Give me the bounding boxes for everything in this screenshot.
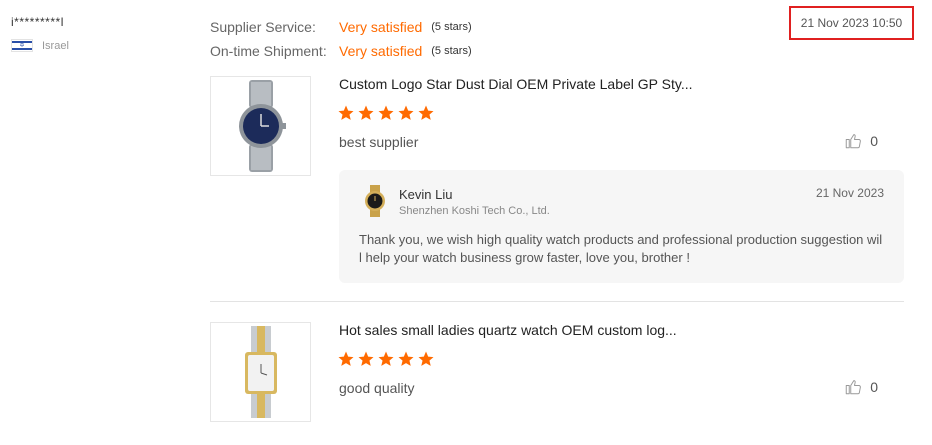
rating-label: Supplier Service: xyxy=(210,19,316,35)
reply-company: Shenzhen Koshi Tech Co., Ltd. xyxy=(399,205,550,217)
star-rating xyxy=(337,104,435,122)
star-icon xyxy=(418,105,434,120)
rating-supplier-service: Supplier Service: Very satisfied (5 star… xyxy=(210,15,472,39)
product-title-link[interactable]: Hot sales small ladies quartz watch OEM … xyxy=(339,322,677,338)
review-date: 21 Nov 2023 10:50 xyxy=(789,6,914,40)
star-icon xyxy=(378,351,394,366)
rating-value: Very satisfied xyxy=(339,19,423,35)
watch-image-icon xyxy=(238,80,286,172)
star-icon xyxy=(398,351,414,366)
star-icon xyxy=(418,351,434,366)
reviewer-country: ✡ Israel xyxy=(11,39,69,52)
like-button[interactable]: 0 xyxy=(844,378,878,396)
like-count: 0 xyxy=(870,133,878,149)
star-icon xyxy=(358,105,374,120)
reply-date: 21 Nov 2023 xyxy=(815,186,884,200)
product-thumbnail[interactable] xyxy=(210,322,311,422)
like-count: 0 xyxy=(870,379,878,395)
thumbs-up-icon xyxy=(845,134,862,149)
star-rating xyxy=(337,350,435,368)
reviewer-info: i*********l ✡ Israel xyxy=(11,15,69,52)
rating-label: On-time Shipment: xyxy=(210,43,327,59)
reply-author-name: Kevin Liu xyxy=(399,187,453,202)
review-divider xyxy=(210,301,904,302)
star-icon xyxy=(338,351,354,366)
like-button[interactable]: 0 xyxy=(844,132,878,150)
israel-flag-icon: ✡ xyxy=(11,39,33,52)
supplier-reply: Kevin Liu Shenzhen Koshi Tech Co., Ltd. … xyxy=(339,170,904,283)
reviewer-name: i*********l xyxy=(11,15,64,29)
star-icon xyxy=(358,351,374,366)
product-thumbnail[interactable] xyxy=(210,76,311,176)
reply-text: Thank you, we wish high quality watch pr… xyxy=(359,232,883,265)
star-icon xyxy=(338,105,354,120)
star-icon xyxy=(398,105,414,120)
product-title-link[interactable]: Custom Logo Star Dust Dial OEM Private L… xyxy=(339,76,693,92)
supplier-ratings: Supplier Service: Very satisfied (5 star… xyxy=(210,15,472,63)
country-label: Israel xyxy=(42,39,69,52)
rating-value: Very satisfied xyxy=(339,43,423,59)
rating-stars-text: (5 stars) xyxy=(431,45,472,57)
supplier-avatar xyxy=(365,185,385,217)
rating-stars-text: (5 stars) xyxy=(431,21,472,33)
rating-on-time-shipment: On-time Shipment: Very satisfied (5 star… xyxy=(210,39,472,63)
review-comment: best supplier xyxy=(339,134,419,150)
watch-image-icon xyxy=(244,326,277,418)
star-icon xyxy=(378,105,394,120)
thumbs-up-icon xyxy=(845,380,862,395)
review-comment: good quality xyxy=(339,380,415,396)
